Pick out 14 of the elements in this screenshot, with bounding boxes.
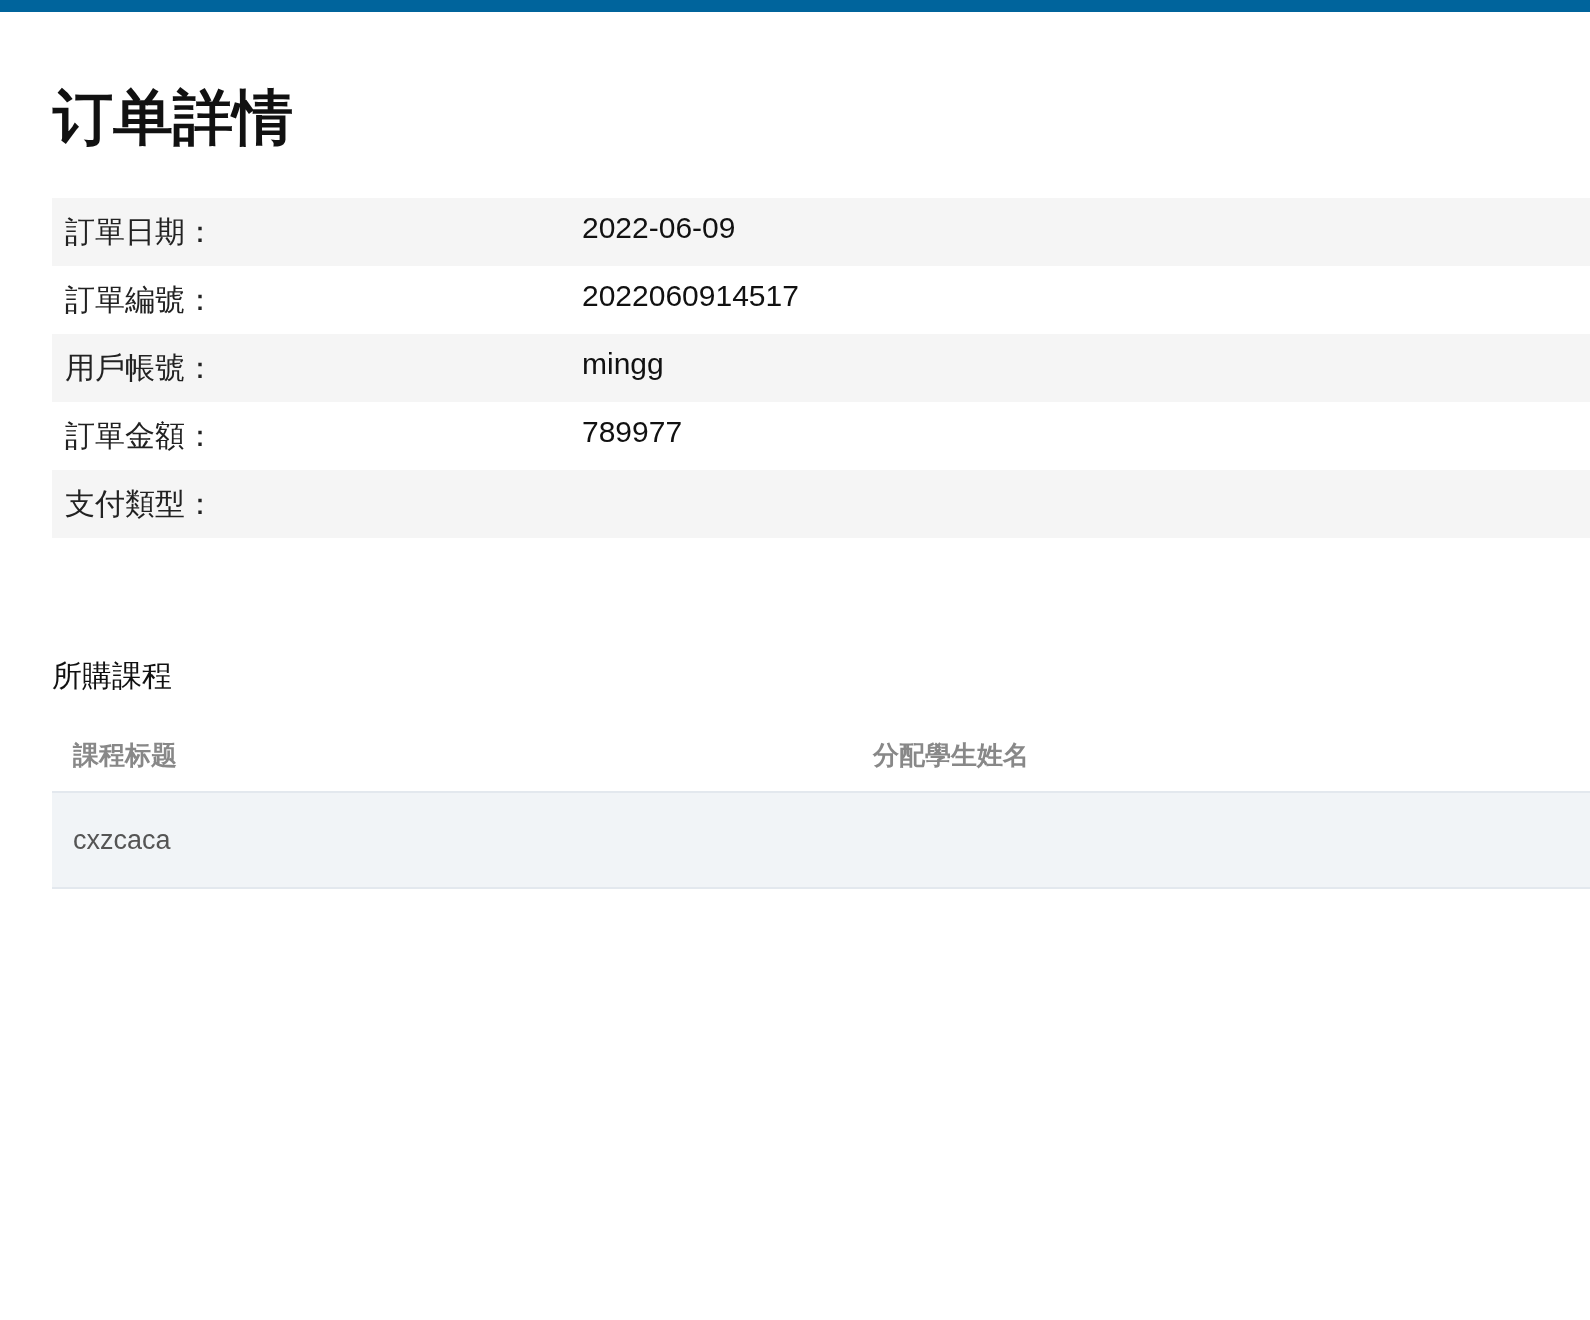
detail-label: 訂單日期： — [64, 213, 215, 250]
detail-value: mingg — [582, 347, 664, 381]
detail-value: 789977 — [582, 415, 683, 449]
page-title: 订单詳情 — [53, 83, 293, 153]
detail-label: 用戶帳號： — [64, 349, 215, 386]
detail-label: 訂單金額： — [64, 417, 215, 454]
column-header: 分配學生姓名 — [871, 738, 1029, 772]
detail-label: 訂單編號： — [64, 281, 215, 318]
detail-value: 2022060914517 — [582, 279, 799, 313]
detail-value: 2022-06-09 — [582, 211, 736, 245]
section-heading: 所購課程 — [52, 658, 172, 694]
detail-label: 支付類型： — [64, 485, 215, 522]
table-cell-text: cxzcaca — [72, 824, 171, 856]
column-header: 課程标题 — [72, 738, 177, 772]
